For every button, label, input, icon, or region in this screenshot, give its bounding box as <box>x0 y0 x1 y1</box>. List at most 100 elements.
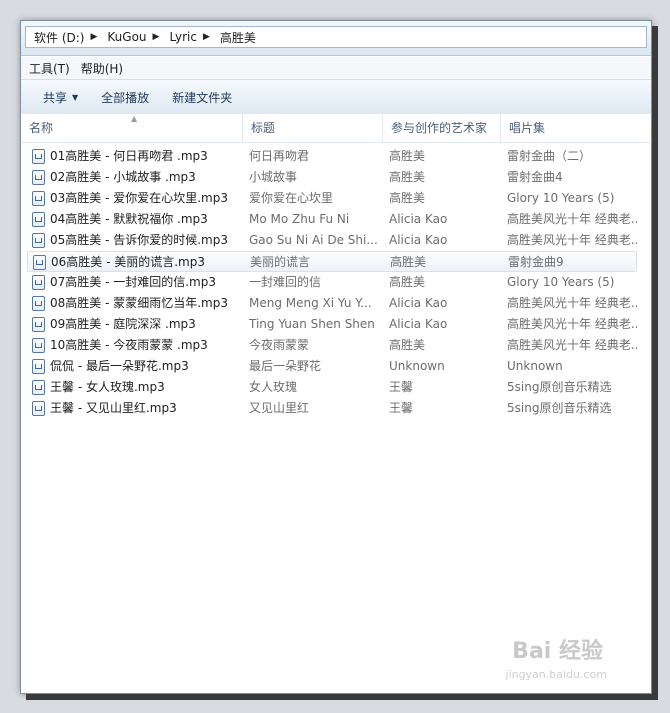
file-album: 雷射金曲4 <box>507 170 563 184</box>
file-name-cell[interactable]: 06高胜美 - 美丽的谎言.mp3 <box>33 252 247 273</box>
watermark-url: jingyan.baidu.com <box>505 668 607 681</box>
file-name-cell[interactable]: 01高胜美 - 何日再吻君 .mp3 <box>32 146 246 167</box>
file-title: 一封难回的信 <box>249 275 322 289</box>
file-row[interactable]: 王馨 - 女人玫瑰.mp3 女人玫瑰 王馨 5sing原创音乐精选 <box>27 377 637 398</box>
file-artist: 高胜美 <box>389 338 426 352</box>
command-bar: 共享 ▼ 全部播放 新建文件夹 <box>21 80 651 115</box>
file-album: 5sing原创音乐精选 <box>507 380 612 394</box>
chevron-right-icon[interactable]: ▶ <box>201 32 216 42</box>
file-name: 01高胜美 - 何日再吻君 .mp3 <box>50 149 208 163</box>
file-artist: Alicia Kao <box>389 317 448 331</box>
file-name-cell[interactable]: 02高胜美 - 小城故事 .mp3 <box>32 167 246 188</box>
file-name-cell[interactable]: 王馨 - 女人玫瑰.mp3 <box>32 377 246 398</box>
music-file-icon <box>32 359 45 374</box>
file-album: 雷射金曲（二） <box>507 149 592 163</box>
file-name-cell[interactable]: 07高胜美 - 一封难回的信.mp3 <box>32 272 246 293</box>
file-row[interactable]: 08高胜美 - 蒙蒙细雨忆当年.mp3 Meng Meng Xi Yu Y... A… <box>27 293 637 314</box>
column-header-name[interactable]: ▲ 名称 <box>21 114 243 142</box>
breadcrumb-current-folder[interactable]: 高胜美 <box>216 29 260 46</box>
file-row[interactable]: 05高胜美 - 告诉你爱的时候.mp3 Gao Su Ni Ai De Shi..… <box>27 230 637 251</box>
sort-ascending-icon: ▲ <box>131 114 138 123</box>
file-row[interactable]: 10高胜美 - 今夜雨蒙蒙 .mp3 今夜雨蒙蒙 高胜美 高胜美风光十年 经典老... <box>27 335 637 356</box>
file-artist: 高胜美 <box>389 275 426 289</box>
file-artist: 高胜美 <box>389 191 426 205</box>
music-file-icon <box>33 255 46 270</box>
play-all-button[interactable]: 全部播放 <box>93 89 164 106</box>
file-album: 高胜美风光十年 经典老... <box>507 296 637 310</box>
file-name: 08高胜美 - 蒙蒙细雨忆当年.mp3 <box>50 296 228 310</box>
music-file-icon <box>32 296 45 311</box>
breadcrumb-drive[interactable]: 软件 (D:) ▶ <box>30 29 103 46</box>
column-header-artist[interactable]: 参与创作的艺术家 <box>383 114 501 142</box>
breadcrumb-lyric[interactable]: Lyric ▶ <box>165 30 215 44</box>
chevron-right-icon[interactable]: ▶ <box>151 32 166 42</box>
file-title: Meng Meng Xi Yu Y... <box>249 296 372 310</box>
file-album: Glory 10 Years (5) <box>507 275 615 289</box>
watermark-logo: Bai 经验 <box>512 639 603 664</box>
music-file-icon <box>32 401 45 416</box>
file-artist: 王馨 <box>389 380 414 394</box>
chevron-right-icon[interactable]: ▶ <box>88 32 103 42</box>
file-title: 美丽的谎言 <box>250 255 311 269</box>
column-header: ▲ 名称 标题 参与创作的艺术家 唱片集 <box>21 114 651 143</box>
file-name: 10高胜美 - 今夜雨蒙蒙 .mp3 <box>50 338 208 352</box>
file-title: 最后一朵野花 <box>249 359 322 373</box>
file-album: Glory 10 Years (5) <box>507 191 615 205</box>
file-album: 高胜美风光十年 经典老... <box>507 317 637 331</box>
breadcrumb-kugou[interactable]: KuGou ▶ <box>103 30 165 44</box>
file-list: 01高胜美 - 何日再吻君 .mp3 何日再吻君 高胜美 雷射金曲（二） 02高胜美 -… <box>21 146 651 419</box>
file-name: 王馨 - 女人玫瑰.mp3 <box>50 380 165 394</box>
file-artist: 高胜美 <box>390 255 427 269</box>
new-folder-button[interactable]: 新建文件夹 <box>164 89 247 106</box>
file-name: 02高胜美 - 小城故事 .mp3 <box>50 170 196 184</box>
file-title: 何日再吻君 <box>249 149 310 163</box>
file-artist: Alicia Kao <box>389 212 448 226</box>
address-bar: 软件 (D:) ▶ KuGou ▶ Lyric ▶ 高胜美 <box>21 21 651 56</box>
file-title: 爱你爱在心坎里 <box>249 191 334 205</box>
file-name: 09高胜美 - 庭院深深 .mp3 <box>50 317 196 331</box>
music-file-icon <box>32 275 45 290</box>
file-name-cell[interactable]: 09高胜美 - 庭院深深 .mp3 <box>32 314 246 335</box>
file-name-cell[interactable]: 04高胜美 - 默默祝福你 .mp3 <box>32 209 246 230</box>
file-name: 03高胜美 - 爱你爱在心坎里.mp3 <box>50 191 228 205</box>
file-artist: Alicia Kao <box>389 233 448 247</box>
file-name: 05高胜美 - 告诉你爱的时候.mp3 <box>50 233 228 247</box>
file-artist: 高胜美 <box>389 149 426 163</box>
file-row[interactable]: 07高胜美 - 一封难回的信.mp3 一封难回的信 高胜美 Glory 10 Year… <box>27 272 637 293</box>
file-title: 小城故事 <box>249 170 298 184</box>
file-row[interactable]: 侃侃 - 最后一朵野花.mp3 最后一朵野花 Unknown Unknown <box>27 356 637 377</box>
file-artist: 王馨 <box>389 401 414 415</box>
column-header-album[interactable]: 唱片集 <box>501 114 651 142</box>
file-name-cell[interactable]: 05高胜美 - 告诉你爱的时候.mp3 <box>32 230 246 251</box>
menu-tools[interactable]: 工具(T) <box>27 60 79 77</box>
music-file-icon <box>32 380 45 395</box>
file-row[interactable]: 02高胜美 - 小城故事 .mp3 小城故事 高胜美 雷射金曲4 <box>27 167 637 188</box>
file-row[interactable]: 王馨 - 又见山里红.mp3 又见山里红 王馨 5sing原创音乐精选 <box>27 398 637 419</box>
file-name-cell[interactable]: 08高胜美 - 蒙蒙细雨忆当年.mp3 <box>32 293 246 314</box>
column-header-title[interactable]: 标题 <box>243 114 383 142</box>
file-row[interactable]: 03高胜美 - 爱你爱在心坎里.mp3 爱你爱在心坎里 高胜美 Glory 10 Ye… <box>27 188 637 209</box>
file-name-cell[interactable]: 10高胜美 - 今夜雨蒙蒙 .mp3 <box>32 335 246 356</box>
file-album: Unknown <box>507 359 563 373</box>
file-title: 今夜雨蒙蒙 <box>249 338 310 352</box>
explorer-window: 软件 (D:) ▶ KuGou ▶ Lyric ▶ 高胜美 工具(T) 帮助(H… <box>20 20 652 694</box>
music-file-icon <box>32 212 45 227</box>
file-row[interactable]: 04高胜美 - 默默祝福你 .mp3 Mo Mo Zhu Fu Ni Alicia … <box>27 209 637 230</box>
menu-help[interactable]: 帮助(H) <box>79 60 132 77</box>
file-title: Ting Yuan Shen Shen <box>249 317 375 331</box>
file-name-cell[interactable]: 03高胜美 - 爱你爱在心坎里.mp3 <box>32 188 246 209</box>
file-album: 高胜美风光十年 经典老... <box>507 212 637 226</box>
file-album: 雷射金曲9 <box>508 255 564 269</box>
file-row[interactable]: 06高胜美 - 美丽的谎言.mp3 美丽的谎言 高胜美 雷射金曲9 <box>27 251 637 272</box>
share-button[interactable]: 共享 ▼ <box>35 89 93 106</box>
file-name-cell[interactable]: 侃侃 - 最后一朵野花.mp3 <box>32 356 246 377</box>
file-name: 王馨 - 又见山里红.mp3 <box>50 401 177 415</box>
file-title: Mo Mo Zhu Fu Ni <box>249 212 350 226</box>
file-row[interactable]: 09高胜美 - 庭院深深 .mp3 Ting Yuan Shen Shen Alic… <box>27 314 637 335</box>
file-name-cell[interactable]: 王馨 - 又见山里红.mp3 <box>32 398 246 419</box>
file-album: 5sing原创音乐精选 <box>507 401 612 415</box>
menu-bar: 工具(T) 帮助(H) <box>21 57 651 80</box>
dropdown-arrow-icon: ▼ <box>72 92 79 102</box>
address-field[interactable]: 软件 (D:) ▶ KuGou ▶ Lyric ▶ 高胜美 <box>25 26 647 48</box>
file-row[interactable]: 01高胜美 - 何日再吻君 .mp3 何日再吻君 高胜美 雷射金曲（二） <box>27 146 637 167</box>
